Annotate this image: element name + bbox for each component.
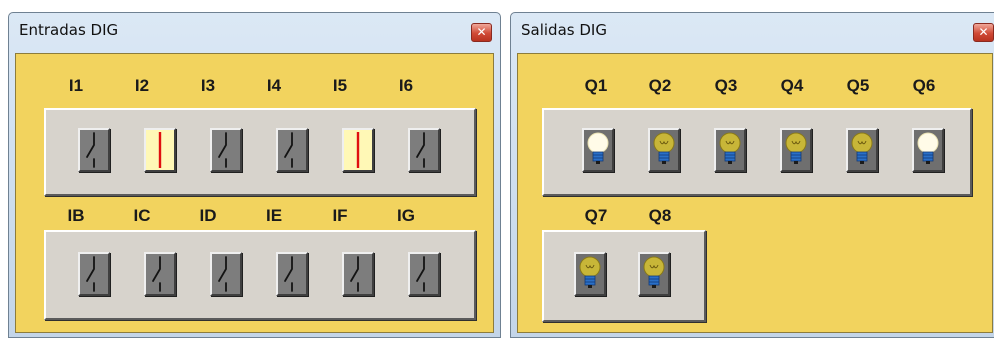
lamp-off-icon (653, 132, 675, 164)
output-label-q2: Q2 (648, 76, 672, 95)
entradas-dig-window: Entradas DIG ✕ I1 I2 I3 I4 I5 I6 IB IC I… (8, 12, 501, 338)
input-label-i2: I2 (134, 76, 150, 95)
input-switch-i1[interactable] (78, 128, 110, 172)
input-label-i3: I3 (200, 76, 216, 95)
switch-open-icon (218, 256, 227, 292)
output-lamp-q4 (780, 128, 812, 172)
switch-open-icon (86, 256, 95, 292)
output-lamp-q7 (574, 252, 606, 296)
lamp-off-icon (719, 132, 741, 164)
input-label-id: ID (199, 206, 217, 225)
input-label-i5: I5 (332, 76, 348, 95)
close-icon[interactable]: ✕ (471, 23, 492, 42)
output-label-q3: Q3 (714, 76, 738, 95)
window-title: Salidas DIG (521, 21, 607, 39)
input-switch-i3[interactable] (210, 128, 242, 172)
input-switch-ic[interactable] (144, 252, 176, 296)
switch-open-icon (416, 132, 425, 168)
output-label-q8: Q8 (648, 206, 672, 225)
salidas-dig-window: Salidas DIG ✕ Q1 Q2 Q3 Q4 Q5 Q6 Q7 Q8 (510, 12, 994, 338)
close-icon[interactable]: ✕ (973, 23, 994, 42)
switch-open-icon (284, 132, 293, 168)
input-label-i4: I4 (266, 76, 282, 95)
output-lamp-q2 (648, 128, 680, 172)
outputs-panel-row2 (542, 230, 706, 322)
input-label-ib: IB (67, 206, 85, 225)
inputs-panel-row2 (44, 230, 476, 320)
input-switch-ig[interactable] (408, 252, 440, 296)
output-label-q1: Q1 (584, 76, 608, 95)
output-lamp-q8 (638, 252, 670, 296)
switch-open-icon (152, 256, 161, 292)
lamp-off-icon (851, 132, 873, 164)
switch-closed-icon (356, 132, 360, 168)
input-label-i1: I1 (68, 76, 84, 95)
lamp-on-icon (587, 132, 609, 164)
output-label-q5: Q5 (846, 76, 870, 95)
lamp-on-icon (917, 132, 939, 164)
input-label-ie: IE (265, 206, 283, 225)
switch-closed-icon (158, 132, 162, 168)
output-lamp-q1 (582, 128, 614, 172)
input-switch-id[interactable] (210, 252, 242, 296)
input-switch-i4[interactable] (276, 128, 308, 172)
lamp-off-icon (579, 256, 601, 288)
lamp-off-icon (785, 132, 807, 164)
output-lamp-q6 (912, 128, 944, 172)
window-title: Entradas DIG (19, 21, 119, 39)
switch-open-icon (416, 256, 425, 292)
input-label-i6: I6 (398, 76, 414, 95)
outputs-client-area: Q1 Q2 Q3 Q4 Q5 Q6 Q7 Q8 (517, 53, 993, 333)
input-switch-i5[interactable] (342, 128, 374, 172)
inputs-client-area: I1 I2 I3 I4 I5 I6 IB IC ID IE IF IG (15, 53, 494, 333)
output-lamp-q3 (714, 128, 746, 172)
switch-open-icon (284, 256, 293, 292)
switch-open-icon (86, 132, 95, 168)
output-label-q7: Q7 (584, 206, 608, 225)
input-label-if: IF (332, 206, 348, 225)
switch-open-icon (350, 256, 359, 292)
inputs-panel-row1 (44, 108, 476, 196)
outputs-panel-row1 (542, 108, 972, 196)
lamp-off-icon (643, 256, 665, 288)
output-label-q4: Q4 (780, 76, 804, 95)
output-label-q6: Q6 (912, 76, 936, 95)
input-label-ig: IG (397, 206, 415, 225)
switch-open-icon (218, 132, 227, 168)
input-switch-if[interactable] (342, 252, 374, 296)
input-switch-ib[interactable] (78, 252, 110, 296)
output-lamp-q5 (846, 128, 878, 172)
input-switch-i2[interactable] (144, 128, 176, 172)
input-switch-i6[interactable] (408, 128, 440, 172)
input-label-ic: IC (133, 206, 151, 225)
input-switch-ie[interactable] (276, 252, 308, 296)
